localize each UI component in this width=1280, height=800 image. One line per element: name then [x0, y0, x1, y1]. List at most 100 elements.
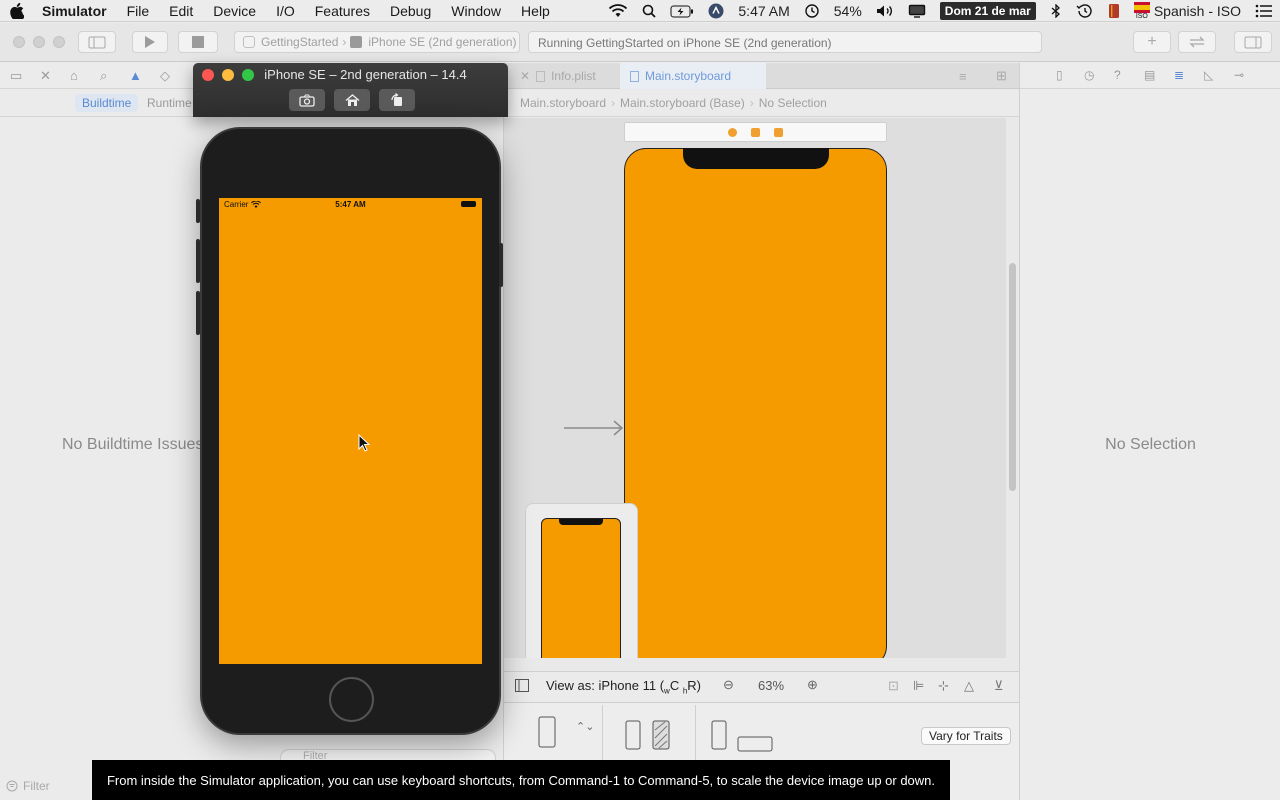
view-controller-icon[interactable]	[728, 127, 737, 137]
battery-percent[interactable]: 54%	[834, 3, 862, 19]
navigator-toggle-icon[interactable]	[78, 31, 116, 53]
inspector-toggle-icon[interactable]	[1234, 31, 1272, 53]
volume-up-button[interactable]	[196, 239, 200, 283]
xcode-close-button[interactable]	[13, 36, 25, 48]
xcode-zoom-button[interactable]	[53, 36, 65, 48]
volume-down-button[interactable]	[196, 291, 200, 335]
document-outline-icon[interactable]	[515, 679, 529, 692]
find-icon[interactable]: ⌕	[100, 68, 107, 84]
menu-file[interactable]: File	[117, 3, 160, 19]
embed-in-icon[interactable]: ⊻	[994, 678, 1004, 694]
tab-main-storyboard[interactable]: Main.storyboard	[620, 63, 766, 89]
tab-info-plist-label: Info.plist	[551, 69, 596, 83]
interface-landscape-icon[interactable]	[737, 736, 773, 752]
ios-clock: 5:47 AM	[335, 200, 366, 209]
menu-io[interactable]: I/O	[266, 3, 305, 19]
mute-switch[interactable]	[196, 199, 200, 223]
hardware-home-button[interactable]	[329, 677, 374, 722]
ios-battery-icon	[461, 201, 476, 207]
update-frames-icon[interactable]: ⊡	[888, 678, 899, 694]
exit-icon[interactable]	[774, 127, 783, 137]
zoom-in-icon[interactable]: ⊕	[807, 677, 818, 693]
menu-help[interactable]: Help	[511, 3, 560, 19]
xcode-minimize-button[interactable]	[33, 36, 45, 48]
screenshot-camera-icon[interactable]	[289, 89, 325, 111]
screen-recording-icon[interactable]	[708, 3, 724, 19]
history-inspector-icon[interactable]: ◷	[1084, 68, 1094, 82]
orientation-portrait-icon[interactable]	[625, 720, 641, 750]
storyboard-view-controller[interactable]	[624, 148, 887, 658]
folder-icon[interactable]: ▭	[10, 68, 22, 84]
test-diamond-icon[interactable]: ◇	[160, 68, 170, 84]
menu-edit[interactable]: Edit	[159, 3, 203, 19]
wifi-icon[interactable]	[608, 4, 628, 18]
scheme-selector[interactable]: GettingStarted › iPhone SE (2nd generati…	[234, 31, 520, 53]
split-editor-icon[interactable]: ⊞	[996, 68, 1007, 84]
first-responder-icon[interactable]	[751, 127, 760, 137]
apple-menu-icon[interactable]	[0, 2, 34, 19]
run-icon[interactable]	[132, 31, 168, 53]
menu-debug[interactable]: Debug	[380, 3, 441, 19]
device-portrait-icon[interactable]	[538, 716, 556, 748]
activity-status: Running GettingStarted on iPhone SE (2nd…	[538, 36, 832, 50]
menu-device[interactable]: Device	[203, 3, 266, 19]
spotlight-search-icon[interactable]	[642, 4, 657, 18]
menubar-clock[interactable]: 5:47 AM	[738, 3, 789, 19]
time-machine-icon[interactable]	[804, 3, 820, 19]
red-book-icon[interactable]	[1108, 3, 1120, 19]
tab-buildtime[interactable]: Buildtime	[75, 94, 139, 112]
bluetooth-icon[interactable]	[1050, 4, 1062, 18]
menu-features[interactable]: Features	[305, 3, 380, 19]
device-stepper-icon[interactable]: ⌃⌄	[576, 720, 594, 733]
flag-caption: ISO	[1135, 13, 1148, 20]
display-mirroring-icon[interactable]	[908, 4, 926, 18]
attributes-inspector-icon[interactable]: ≣	[1174, 68, 1184, 82]
vary-for-traits-button[interactable]: Vary for Traits	[921, 727, 1011, 745]
panel-divider	[695, 705, 696, 761]
jumpbar-base[interactable]: Main.storyboard (Base)	[620, 96, 745, 110]
resolve-issues-icon[interactable]: △	[964, 678, 974, 694]
menu-app-name[interactable]: Simulator	[34, 3, 117, 19]
vertical-scrollbar[interactable]	[1009, 263, 1016, 491]
zoom-out-icon[interactable]: ⊖	[723, 677, 734, 693]
battery-charging-icon[interactable]	[670, 5, 694, 18]
stop-icon[interactable]	[178, 31, 218, 53]
source-control-icon[interactable]: ✕	[40, 68, 51, 84]
code-review-icon[interactable]	[1178, 31, 1216, 53]
tab-runtime[interactable]: Runtime	[140, 94, 199, 112]
input-source-menu[interactable]: ISO Spanish - ISO	[1133, 2, 1241, 20]
library-plus-icon[interactable]: +	[1133, 31, 1171, 53]
add-constraints-icon[interactable]: ⊹	[938, 678, 949, 694]
align-icon[interactable]: ⊫	[913, 678, 924, 694]
notification-center-icon[interactable]	[1255, 4, 1273, 18]
issue-warning-icon[interactable]: ▲	[129, 68, 142, 83]
editor-options-icon[interactable]: ≡	[959, 69, 967, 84]
view-controller-dock[interactable]	[624, 122, 887, 142]
connections-inspector-icon[interactable]: ⊸	[1234, 68, 1244, 82]
tutorial-caption: From inside the Simulator application, y…	[92, 760, 950, 800]
storyboard-canvas[interactable]	[504, 118, 1006, 658]
simulator-window-titlebar[interactable]: iPhone SE – 2nd generation – 14.4	[193, 63, 508, 117]
entry-point-arrow-icon[interactable]	[564, 420, 624, 436]
identity-inspector-icon[interactable]: ▤	[1144, 68, 1155, 82]
volume-icon[interactable]	[876, 4, 894, 18]
menu-window[interactable]: Window	[441, 3, 511, 19]
file-inspector-icon[interactable]: ▯	[1056, 68, 1063, 82]
view-as-label[interactable]: View as: iPhone 11 (wC hR)	[546, 678, 701, 696]
simulator-screen[interactable]: Carrier 5:47 AM	[219, 198, 482, 664]
zoom-level[interactable]: 63%	[758, 678, 784, 693]
history-clock-icon[interactable]	[1076, 3, 1094, 19]
no-selection-message: No Selection	[1105, 436, 1196, 453]
jumpbar-file[interactable]: Main.storyboard	[520, 96, 606, 110]
interface-portrait-icon[interactable]	[711, 720, 727, 750]
menubar-date[interactable]: Dom 21 de mar	[939, 2, 1036, 20]
help-inspector-icon[interactable]: ?	[1114, 68, 1121, 82]
simulator-device-icon	[350, 36, 363, 48]
power-button[interactable]	[499, 243, 503, 287]
orientation-hatched-icon[interactable]	[652, 720, 670, 750]
symbol-icon[interactable]: ⌂	[70, 68, 78, 83]
jumpbar-selection[interactable]: No Selection	[759, 96, 827, 110]
rotate-device-icon[interactable]	[379, 89, 415, 111]
size-inspector-icon[interactable]: ◺	[1204, 68, 1213, 82]
home-icon[interactable]	[334, 89, 370, 111]
